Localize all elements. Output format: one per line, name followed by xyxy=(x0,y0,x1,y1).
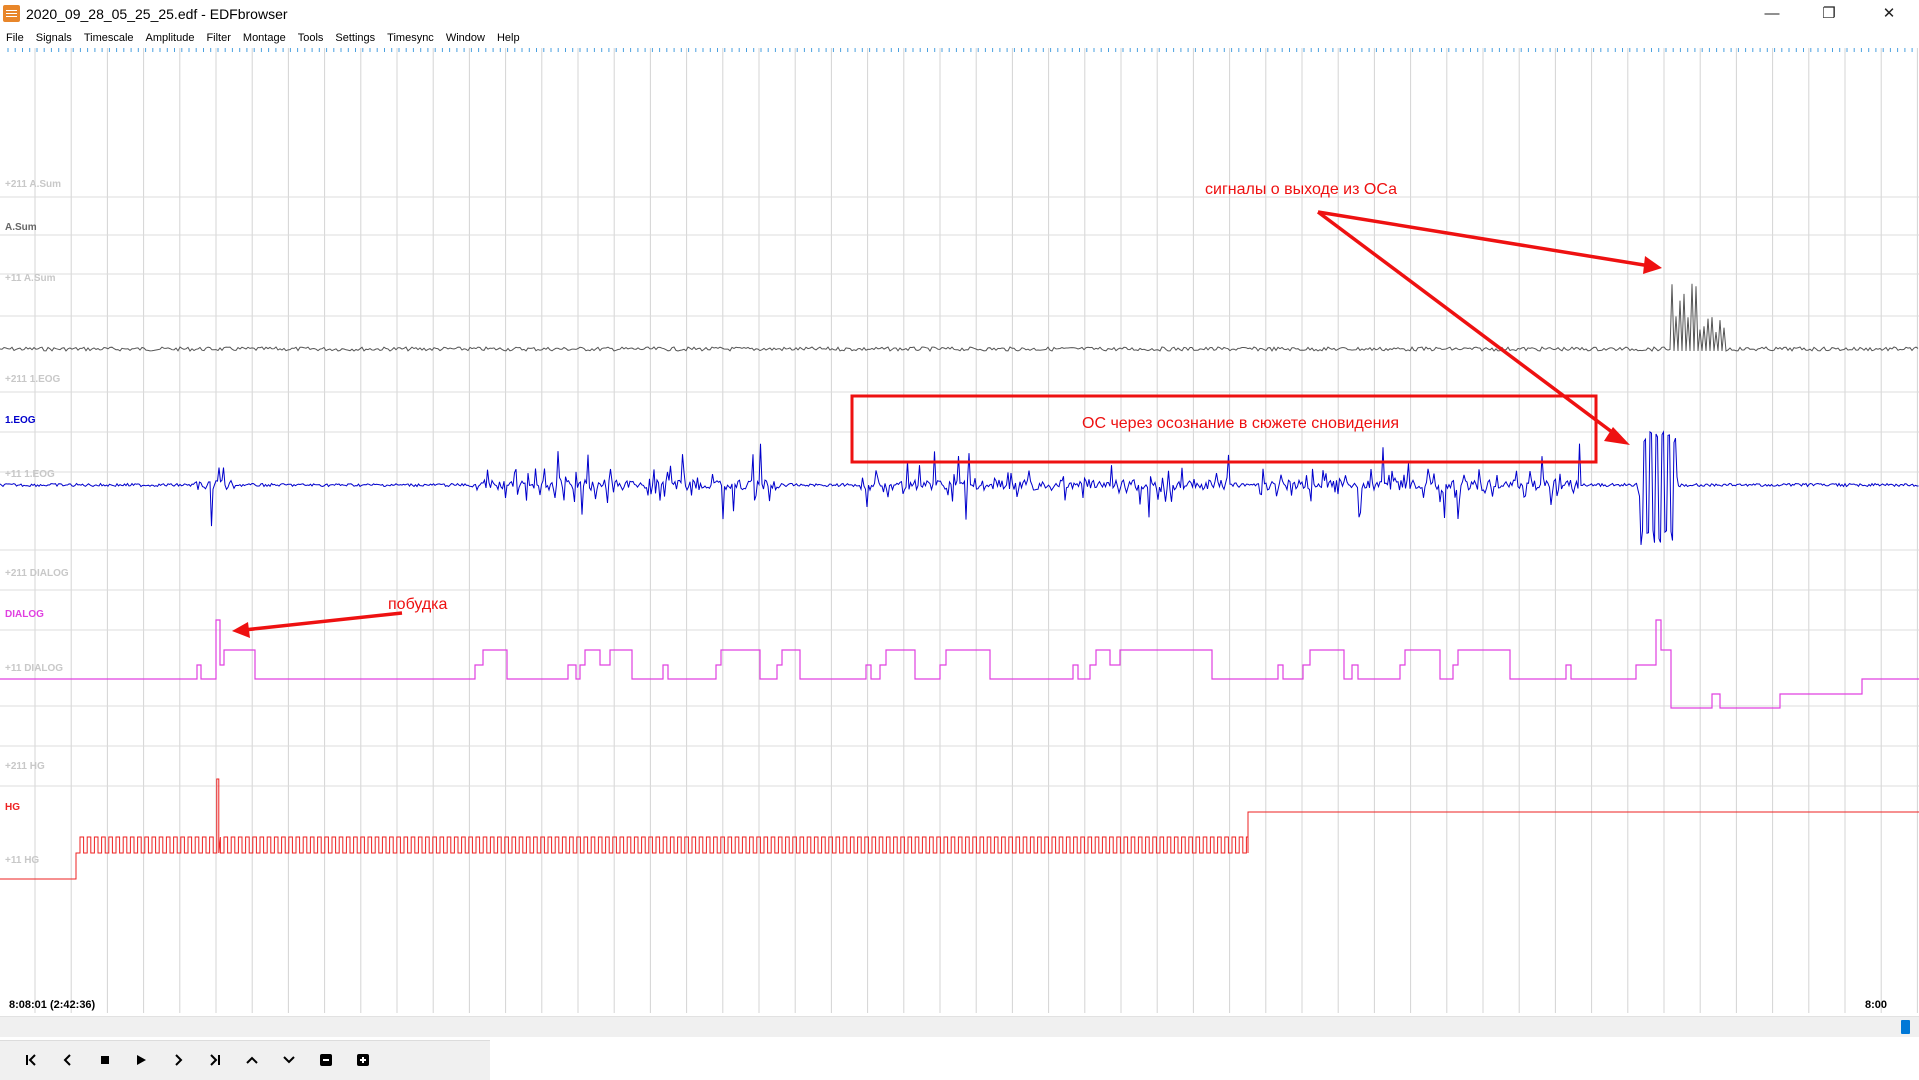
arrow-to-dialog xyxy=(232,611,403,638)
hg-trace xyxy=(0,778,1919,880)
eog-trace xyxy=(0,430,1919,545)
exit-signals-annotation: сигналы о выходе из ОСа xyxy=(1205,181,1397,198)
prev-icon xyxy=(63,1054,71,1066)
arrow-to-asum xyxy=(1317,210,1662,274)
skip-back-button[interactable] xyxy=(18,1049,44,1071)
zoom-in-button[interactable] xyxy=(350,1049,376,1071)
end-time-label: 8:00 xyxy=(1864,999,1887,1011)
menu-signals[interactable]: Signals xyxy=(30,30,78,48)
time-scrollbar[interactable] xyxy=(0,1016,1919,1037)
skip-back-icon xyxy=(26,1054,36,1066)
dialog-top-scale: +211 DIALOG xyxy=(5,568,69,579)
dialog-trace xyxy=(0,619,1919,709)
top-ruler xyxy=(7,48,1913,52)
play-icon xyxy=(137,1055,146,1065)
dialog-bottom-scale: +11 DIALOG xyxy=(5,663,63,674)
menu-help[interactable]: Help xyxy=(491,30,526,48)
amplitude-up-button[interactable] xyxy=(239,1049,265,1071)
menu-window[interactable]: Window xyxy=(440,30,491,48)
playback-toolbar xyxy=(0,1040,490,1080)
menu-timesync[interactable]: Timesync xyxy=(381,30,440,48)
arrow-to-eog xyxy=(1316,210,1630,445)
menu-tools[interactable]: Tools xyxy=(292,30,330,48)
maximize-button[interactable]: ❐ xyxy=(1806,0,1852,28)
menu-file[interactable]: File xyxy=(0,30,30,48)
current-time-label: 8:08:01 (2:42:36) xyxy=(9,999,96,1011)
zoom-in-icon xyxy=(357,1054,369,1066)
amplitude-up-icon xyxy=(246,1056,258,1064)
zoom-out-icon xyxy=(320,1054,332,1066)
asum-label[interactable]: A.Sum xyxy=(5,222,37,233)
next-button[interactable] xyxy=(165,1049,191,1071)
window-title: 2020_09_28_05_25_25.edf - EDFbrowser xyxy=(26,6,288,22)
menu-montage[interactable]: Montage xyxy=(237,30,292,48)
menu-bar: File Signals Timescale Amplitude Filter … xyxy=(0,30,526,48)
hg-top-scale: +211 HG xyxy=(5,761,45,772)
stop-icon xyxy=(101,1056,109,1064)
eog-bottom-scale: +11 1.EOG xyxy=(5,469,55,480)
stop-button[interactable] xyxy=(92,1049,118,1071)
wake-annotation: побудка xyxy=(388,596,448,613)
asum-bottom-scale: +11 A.Sum xyxy=(5,273,56,284)
eog-label[interactable]: 1.EOG xyxy=(5,415,36,426)
plot-grid xyxy=(0,48,1919,1013)
prev-button[interactable] xyxy=(55,1049,81,1071)
menu-timescale[interactable]: Timescale xyxy=(78,30,140,48)
minimize-button[interactable]: — xyxy=(1749,0,1795,28)
hg-label[interactable]: HG xyxy=(5,802,20,813)
dialog-label[interactable]: DIALOG xyxy=(5,609,44,620)
amplitude-down-icon xyxy=(283,1056,295,1064)
lucid-dream-annotation: ОС через осознание в сюжете сновидения xyxy=(1082,415,1399,432)
next-icon xyxy=(175,1054,183,1066)
asum-trace xyxy=(0,283,1919,352)
scroll-thumb[interactable] xyxy=(1901,1020,1910,1034)
title-bar: 2020_09_28_05_25_25.edf - EDFbrowser — ❐… xyxy=(0,0,1919,28)
asum-top-scale: +211 A.Sum xyxy=(5,179,61,190)
edfbrowser-app-icon xyxy=(3,5,20,22)
menu-amplitude[interactable]: Amplitude xyxy=(140,30,201,48)
amplitude-down-button[interactable] xyxy=(276,1049,302,1071)
signal-plot[interactable]: +211 A.Sum A.Sum +11 A.Sum +211 1.EOG 1.… xyxy=(0,48,1919,1013)
menu-filter[interactable]: Filter xyxy=(200,30,236,48)
eog-top-scale: +211 1.EOG xyxy=(5,374,61,385)
zoom-out-button[interactable] xyxy=(313,1049,339,1071)
play-button[interactable] xyxy=(128,1049,154,1071)
menu-settings[interactable]: Settings xyxy=(329,30,381,48)
hg-bottom-scale: +11 HG xyxy=(5,855,39,866)
close-button[interactable]: ✕ xyxy=(1866,0,1912,28)
skip-forward-icon xyxy=(210,1054,220,1066)
skip-forward-button[interactable] xyxy=(202,1049,228,1071)
